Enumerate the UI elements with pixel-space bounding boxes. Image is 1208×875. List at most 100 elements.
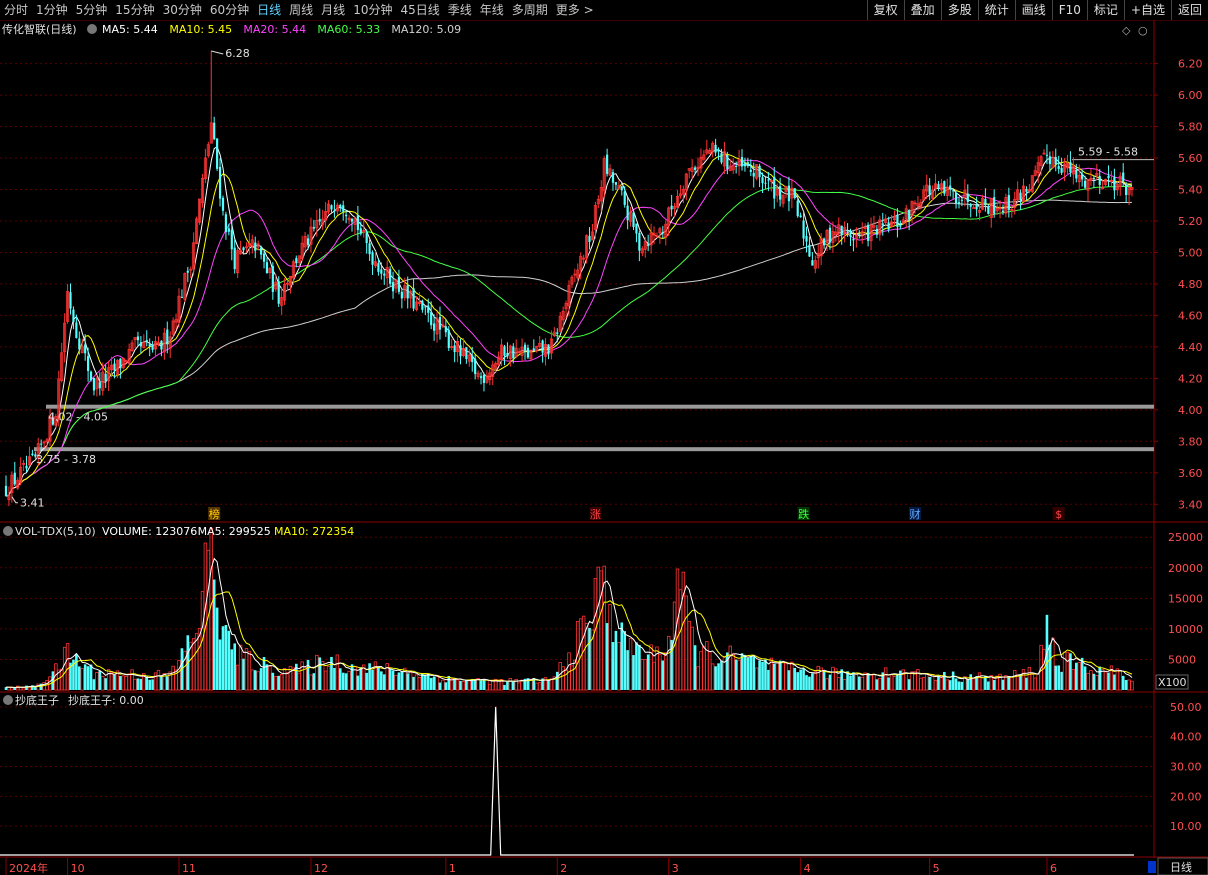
event-marker-4[interactable]: $: [1055, 508, 1062, 521]
candle[interactable]: [174, 313, 178, 330]
candle[interactable]: [643, 236, 647, 258]
candle[interactable]: [746, 157, 749, 168]
candle[interactable]: [811, 252, 814, 266]
candle[interactable]: [843, 221, 847, 243]
candle[interactable]: [984, 188, 987, 212]
candle[interactable]: [567, 280, 571, 317]
candle[interactable]: [901, 216, 905, 225]
candle[interactable]: [1086, 178, 1090, 202]
candle[interactable]: [960, 197, 964, 207]
candle[interactable]: [526, 344, 530, 360]
period-tab-9[interactable]: 10分钟: [349, 0, 396, 20]
candle[interactable]: [206, 141, 210, 158]
candle[interactable]: [506, 342, 509, 359]
candle[interactable]: [433, 314, 436, 341]
candle[interactable]: [585, 234, 589, 264]
candle[interactable]: [139, 335, 142, 354]
candle[interactable]: [424, 306, 427, 316]
candle[interactable]: [104, 364, 107, 388]
candle[interactable]: [295, 255, 298, 268]
candle[interactable]: [1115, 181, 1119, 196]
tool-button-6[interactable]: 标记: [1086, 0, 1124, 20]
candle[interactable]: [1107, 165, 1110, 187]
candle[interactable]: [192, 232, 196, 276]
candle[interactable]: [1042, 149, 1046, 155]
candle[interactable]: [497, 351, 501, 367]
candle[interactable]: [678, 184, 682, 199]
candle[interactable]: [790, 178, 794, 209]
tool-button-3[interactable]: 统计: [977, 0, 1015, 20]
candle[interactable]: [218, 158, 222, 207]
candle[interactable]: [1092, 175, 1095, 188]
candle[interactable]: [784, 185, 788, 199]
candle[interactable]: [435, 311, 439, 343]
candle[interactable]: [980, 194, 984, 211]
candle[interactable]: [1118, 172, 1122, 196]
candle[interactable]: [611, 169, 615, 192]
candle[interactable]: [260, 245, 263, 260]
period-indicator[interactable]: 日线: [1170, 860, 1192, 874]
candle[interactable]: [130, 339, 134, 352]
candle[interactable]: [869, 217, 873, 251]
period-tab-5[interactable]: 60分钟: [206, 0, 253, 20]
candle[interactable]: [177, 288, 181, 328]
period-tab-7[interactable]: 周线: [285, 0, 317, 20]
candle[interactable]: [356, 205, 359, 241]
candle[interactable]: [1019, 189, 1022, 210]
candle[interactable]: [1057, 155, 1060, 174]
candle[interactable]: [949, 176, 952, 197]
candle[interactable]: [1071, 157, 1075, 185]
candle[interactable]: [98, 372, 101, 396]
period-tab-6[interactable]: 日线: [253, 0, 285, 20]
candle[interactable]: [993, 189, 996, 218]
candle[interactable]: [837, 217, 841, 244]
candle[interactable]: [875, 224, 878, 239]
candle[interactable]: [394, 279, 398, 294]
candle[interactable]: [168, 331, 172, 359]
candle[interactable]: [371, 250, 374, 275]
candle[interactable]: [896, 208, 899, 238]
candle[interactable]: [922, 185, 926, 201]
candle[interactable]: [699, 148, 703, 174]
period-tab-4[interactable]: 30分钟: [159, 0, 206, 20]
candle[interactable]: [535, 345, 539, 353]
candle[interactable]: [300, 235, 304, 261]
candle[interactable]: [1016, 181, 1020, 204]
candle[interactable]: [154, 335, 158, 357]
candle[interactable]: [233, 239, 236, 274]
candle[interactable]: [347, 214, 351, 225]
candle[interactable]: [705, 139, 709, 156]
candle[interactable]: [629, 206, 633, 227]
candle[interactable]: [353, 216, 357, 236]
candle[interactable]: [195, 216, 199, 245]
candle[interactable]: [1104, 178, 1108, 187]
candle[interactable]: [1098, 169, 1101, 195]
candle[interactable]: [1130, 186, 1134, 197]
candle[interactable]: [813, 255, 817, 274]
candle[interactable]: [737, 149, 741, 176]
candle[interactable]: [203, 148, 207, 184]
candle[interactable]: [1033, 165, 1037, 177]
candle[interactable]: [878, 215, 882, 241]
candle[interactable]: [412, 278, 415, 312]
candle[interactable]: [312, 219, 315, 232]
candle[interactable]: [456, 334, 460, 363]
candle[interactable]: [1060, 157, 1063, 175]
candle[interactable]: [389, 266, 392, 286]
candle[interactable]: [309, 217, 313, 253]
candle[interactable]: [465, 347, 468, 364]
candle[interactable]: [385, 260, 389, 287]
candle[interactable]: [638, 230, 641, 262]
candle[interactable]: [60, 342, 64, 383]
tool-button-4[interactable]: 画线: [1014, 0, 1052, 20]
candle[interactable]: [321, 209, 325, 230]
candle[interactable]: [552, 327, 556, 337]
candle[interactable]: [171, 317, 175, 338]
candle[interactable]: [406, 276, 409, 309]
candle[interactable]: [740, 149, 744, 171]
candle[interactable]: [696, 157, 700, 177]
candle[interactable]: [702, 150, 706, 162]
candle[interactable]: [421, 299, 424, 313]
candle[interactable]: [119, 357, 122, 379]
candle[interactable]: [1004, 193, 1008, 218]
